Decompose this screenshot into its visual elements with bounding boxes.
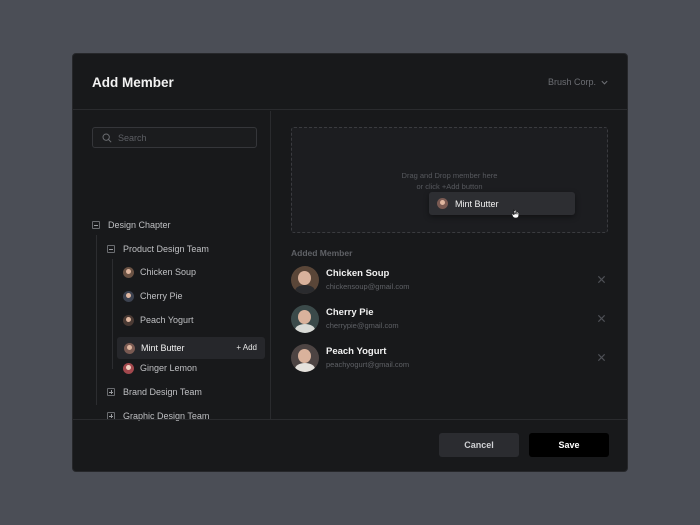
tree-member-cherry-pie[interactable]: Cherry Pie	[123, 285, 183, 307]
dragged-member-card[interactable]: Mint Butter	[429, 192, 575, 215]
add-member-modal: Add Member Brush Corp. Design Chapter Pr…	[72, 53, 628, 472]
member-label: Cherry Pie	[140, 291, 183, 301]
tree-node-design-chapter[interactable]: Design Chapter	[92, 214, 171, 236]
drop-zone-line-2: or click +Add button	[416, 182, 483, 191]
member-name: Chicken Soup	[326, 268, 390, 279]
member-label: Mint Butter	[141, 343, 185, 353]
member-email: cherrypie@gmail.com	[326, 321, 399, 330]
tree-guide-line	[112, 259, 113, 369]
expand-icon[interactable]	[107, 388, 115, 396]
tree-node-brand-design-team[interactable]: Brand Design Team	[107, 381, 202, 403]
added-member-row: Peach Yogurt peachyogurt@gmail.com	[291, 344, 608, 374]
close-icon[interactable]	[597, 353, 606, 362]
tree-member-chicken-soup[interactable]: Chicken Soup	[123, 261, 196, 283]
avatar	[291, 344, 319, 372]
close-icon[interactable]	[597, 314, 606, 323]
search-icon	[102, 133, 112, 143]
tree-member-ginger-lemon[interactable]: Ginger Lemon	[123, 357, 197, 379]
add-member-button[interactable]: + Add	[236, 343, 257, 352]
tree-node-label: Brand Design Team	[123, 387, 202, 397]
member-label: Chicken Soup	[140, 267, 197, 277]
added-member-row: Chicken Soup chickensoup@gmail.com	[291, 266, 608, 296]
search-field[interactable]	[92, 127, 257, 148]
drop-zone[interactable]: Drag and Drop member here or click +Add …	[291, 127, 608, 233]
avatar	[291, 305, 319, 333]
avatar	[123, 362, 134, 374]
avatar	[123, 290, 134, 302]
cancel-button[interactable]: Cancel	[439, 433, 519, 457]
avatar	[123, 314, 134, 326]
added-member-row: Cherry Pie cherrypie@gmail.com	[291, 305, 608, 335]
org-selector[interactable]: Brush Corp.	[548, 77, 609, 87]
avatar	[124, 342, 135, 354]
avatar	[291, 266, 319, 294]
hand-cursor-icon	[511, 209, 519, 219]
drop-zone-line-1: Drag and Drop member here	[401, 171, 498, 180]
member-label: Peach Yogurt	[140, 315, 194, 325]
member-name: Cherry Pie	[326, 307, 374, 318]
avatar	[123, 266, 134, 278]
member-email: peachyogurt@gmail.com	[326, 360, 410, 369]
avatar	[437, 198, 448, 209]
member-tree-panel: Design Chapter Product Design Team Chick…	[73, 111, 271, 421]
tree-guide-line	[96, 235, 97, 405]
member-label: Ginger Lemon	[140, 363, 198, 373]
collapse-icon[interactable]	[107, 245, 115, 253]
org-selector-label: Brush Corp.	[547, 77, 596, 87]
added-member-heading: Added Member	[291, 248, 353, 258]
member-name: Peach Yogurt	[326, 346, 387, 357]
tree-member-mint-butter[interactable]: Mint Butter + Add	[117, 337, 265, 359]
dragged-member-name: Mint Butter	[455, 198, 499, 209]
modal-header: Add Member Brush Corp.	[73, 54, 627, 110]
added-members-panel: Drag and Drop member here or click +Add …	[272, 111, 627, 419]
search-input[interactable]	[118, 132, 248, 143]
drop-zone-hint: Drag and Drop member here or click +Add …	[292, 170, 607, 192]
tree-node-label: Product Design Team	[123, 244, 209, 254]
collapse-icon[interactable]	[92, 221, 100, 229]
tree-node-label: Design Chapter	[108, 220, 171, 230]
save-button[interactable]: Save	[529, 433, 609, 457]
member-email: chickensoup@gmail.com	[326, 282, 410, 291]
tree-node-product-design-team[interactable]: Product Design Team	[107, 238, 209, 260]
close-icon[interactable]	[597, 275, 606, 284]
chevron-down-icon	[601, 80, 608, 85]
modal-footer: Cancel Save	[73, 419, 627, 471]
modal-title: Add Member	[92, 75, 174, 90]
tree-member-peach-yogurt[interactable]: Peach Yogurt	[123, 309, 194, 331]
